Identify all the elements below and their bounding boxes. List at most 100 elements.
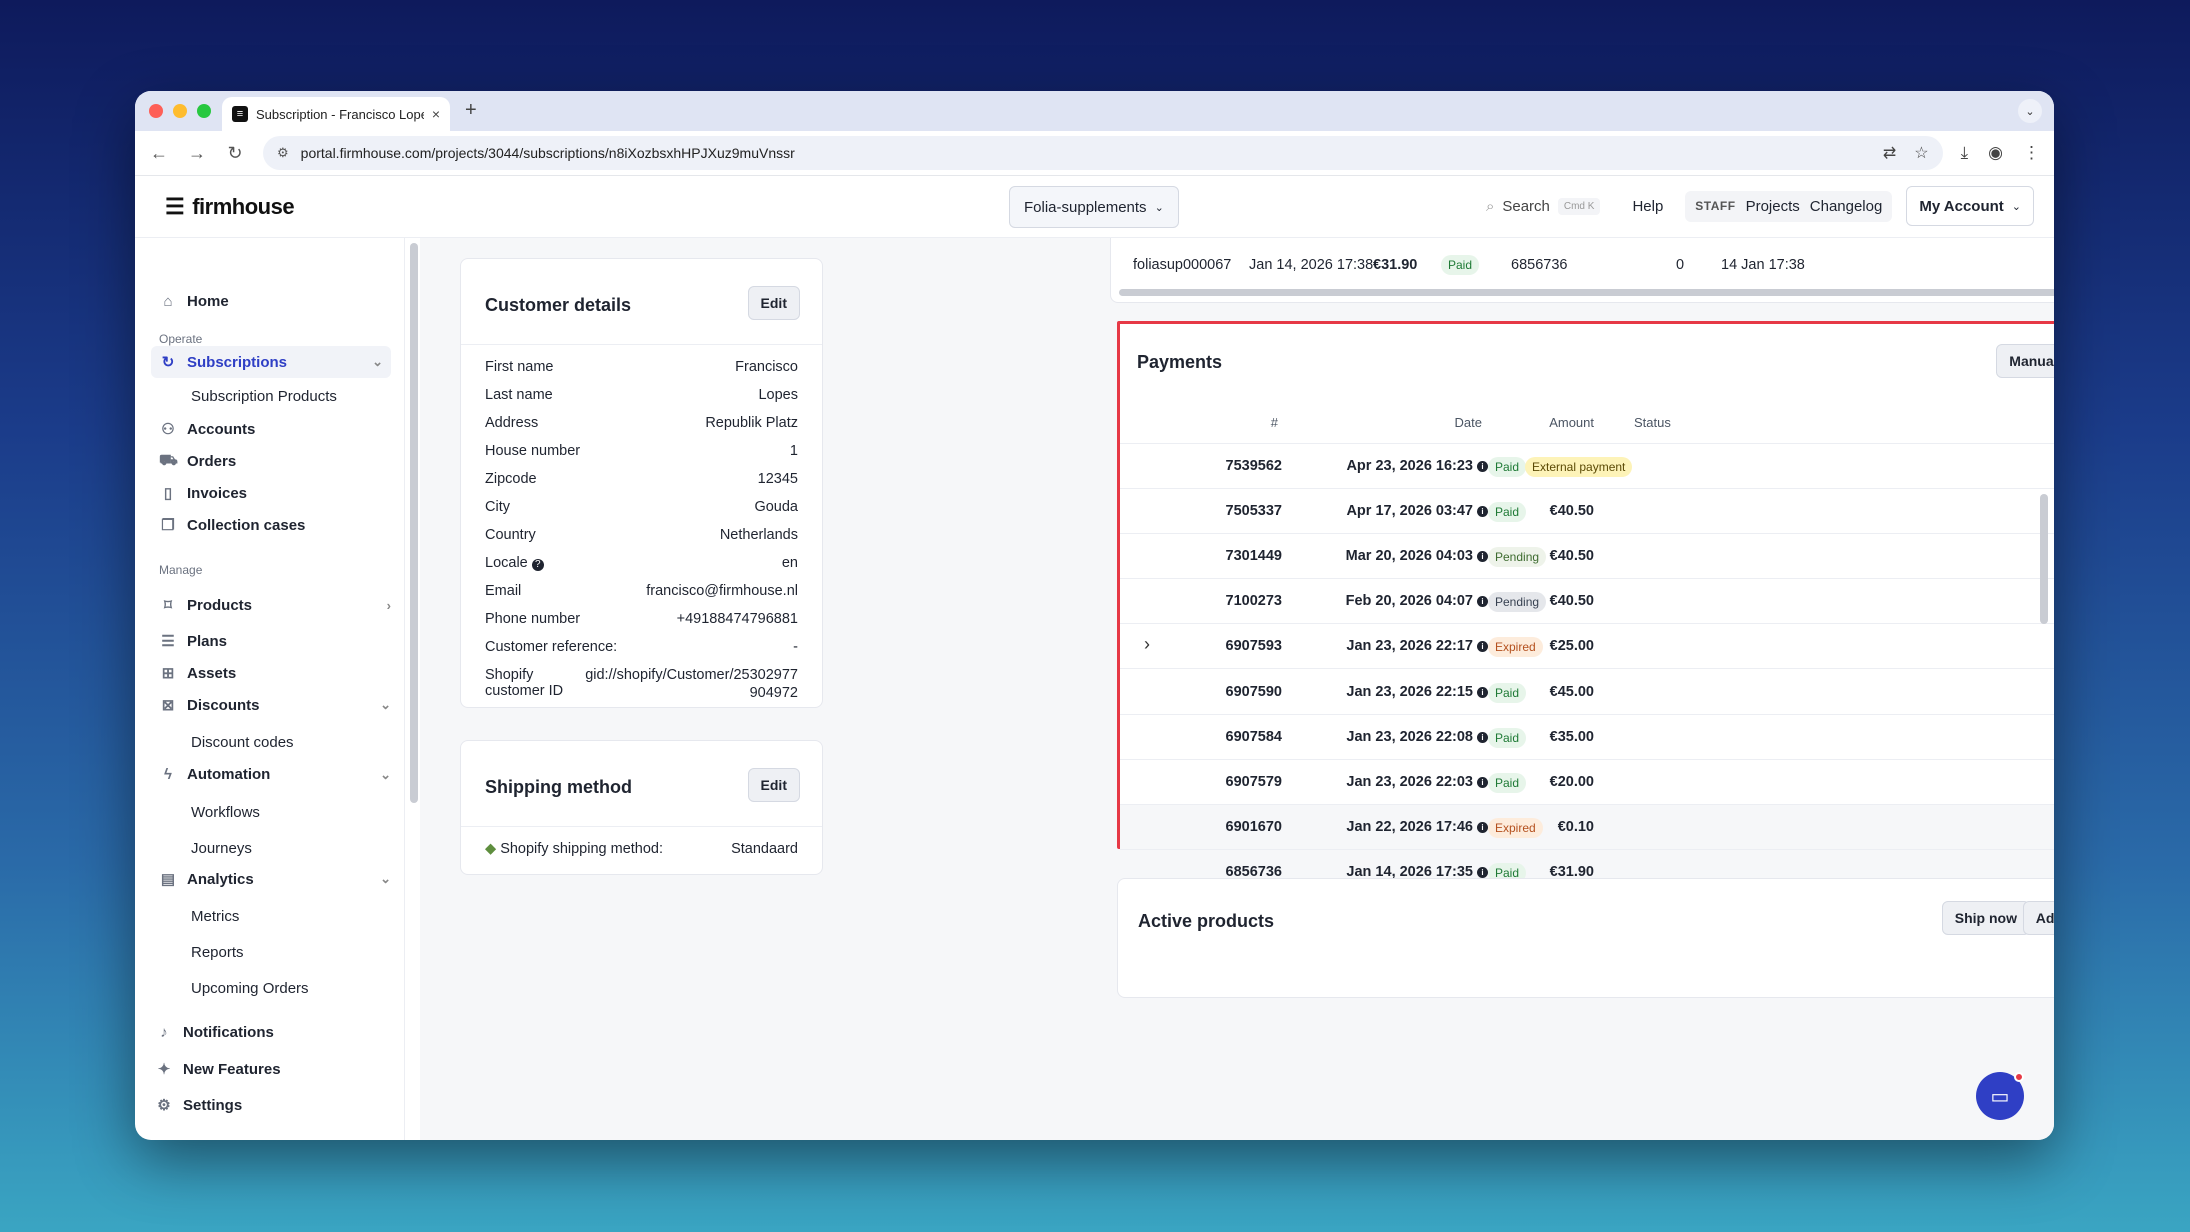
sidebar-item-plans[interactable]: ☰ Plans (159, 632, 391, 651)
bolt-icon: ϟ (164, 766, 172, 783)
changelog-link[interactable]: Changelog (1810, 198, 1883, 215)
translate-icon[interactable]: ⇄ (1883, 143, 1896, 163)
sidebar-item-collection-cases[interactable]: ❐ Collection cases (159, 516, 391, 535)
info-icon[interactable]: i (1477, 821, 1488, 833)
sidebar-item-notifications[interactable]: ♪ Notifications (155, 1024, 387, 1041)
sidebar-item-journeys[interactable]: Journeys (191, 840, 252, 857)
info-icon[interactable]: i (1477, 866, 1488, 878)
info-icon[interactable]: i (1477, 461, 1488, 472)
my-account-button[interactable]: My Account ⌄ (1906, 186, 2034, 226)
back-icon[interactable]: ← (149, 143, 169, 164)
horizontal-scrollbar[interactable] (1119, 289, 2054, 296)
sidebar-item-accounts[interactable]: ⚇ Accounts (159, 420, 391, 439)
reload-icon[interactable]: ↻ (225, 143, 245, 164)
users-icon: ⚇ (161, 421, 175, 438)
field-value: 1 (789, 443, 798, 459)
grid-icon: ⊞ (161, 665, 175, 682)
info-icon[interactable]: i (1477, 686, 1488, 698)
documents-icon: ❐ (161, 517, 175, 534)
shipping-label-wrap: ◆ Shopify shipping method: (485, 841, 663, 857)
payment-number: 6907579 (1225, 773, 1282, 790)
sidebar-item-invoices[interactable]: ▯ Invoices (159, 484, 391, 503)
sidebar-item-analytics[interactable]: ▤ Analytics ⌄ (159, 870, 391, 889)
field-value: Netherlands (719, 527, 798, 543)
firmhouse-logo[interactable]: ☰ firmhouse (165, 194, 295, 220)
sidebar-item-settings[interactable]: ⚙ Settings (155, 1096, 387, 1115)
sidebar-item-label: Products (187, 596, 253, 614)
app-header: ☰ firmhouse Folia-supplements ⌄ ⌕ Search… (135, 176, 2054, 238)
external-payment-badge: External payment (1525, 457, 1633, 477)
help-icon[interactable]: ? (531, 559, 544, 571)
help-link[interactable]: Help (1624, 198, 1671, 215)
order-shipped: 14 Jan 17:38 (1721, 257, 1805, 273)
order-ref: 6856736 (1511, 257, 1568, 273)
sidebar-item-metrics[interactable]: Metrics (191, 908, 239, 925)
info-icon[interactable]: i (1477, 641, 1488, 653)
expand-chevron-icon[interactable]: › (1144, 634, 1150, 655)
ship-now-button[interactable]: Ship now (1941, 901, 2030, 935)
table-row[interactable]: 6901670Jan 22, 2026 17:46i€0.10Expired··… (1120, 804, 2054, 850)
customer-field-row: First name Francisco (485, 359, 798, 375)
sidebar-item-label: New Features (183, 1060, 281, 1078)
sidebar-scrollbar[interactable] (410, 243, 418, 803)
minimize-window-button[interactable] (173, 104, 187, 118)
sidebar-item-home[interactable]: ⌂ Home (159, 293, 391, 310)
table-row[interactable]: 6907584Jan 23, 2026 22:08i€35.00Paid··· (1120, 715, 2054, 760)
maximize-window-button[interactable] (197, 104, 211, 118)
tab-close-icon[interactable]: × (432, 106, 440, 122)
chevron-right-icon: › (386, 597, 391, 613)
manual-payment-button[interactable]: Manual payment (1996, 344, 2054, 378)
info-icon[interactable]: i (1477, 776, 1488, 788)
browser-menu-icon[interactable]: ⋮ (2023, 143, 2040, 163)
sidebar-item-subscription-products[interactable]: Subscription Products (191, 388, 337, 405)
sidebar-item-workflows[interactable]: Workflows (191, 804, 260, 821)
table-row[interactable]: 7539562Apr 23, 2026 16:23i€40.00PaidExte… (1120, 444, 2054, 489)
payment-number: 7539562 (1225, 458, 1282, 474)
forward-icon[interactable]: → (187, 143, 207, 164)
address-bar[interactable]: ⚙ portal.firmhouse.com/projects/3044/sub… (263, 136, 1943, 170)
table-row[interactable]: 7301449Mar 20, 2026 04:03i€40.50Pending·… (1120, 534, 2054, 580)
sidebar-item-products[interactable]: ⌑ Products › (159, 596, 391, 615)
table-row[interactable]: › 6907593 Jan 23, 2026 22:17 i €25.00 Expired… (1120, 624, 2054, 670)
projects-link[interactable]: Projects (1746, 198, 1800, 215)
order-number[interactable]: foliasup000067 (1133, 257, 1231, 273)
customer-details-card: Customer details Edit First name Francisc… (460, 258, 823, 708)
sidebar-item-orders[interactable]: ⛟ Orders (159, 452, 391, 471)
field-value: Republik Platz (705, 415, 798, 431)
tab-search-icon[interactable]: ⌄ (2018, 99, 2042, 123)
sidebar-item-assets[interactable]: ⊞ Assets (159, 664, 391, 683)
table-row[interactable]: 6907579Jan 23, 2026 22:03i€20.00Paid··· (1120, 760, 2054, 805)
new-tab-button[interactable]: + (465, 99, 477, 122)
sidebar-item-subscriptions[interactable]: ↻ Subscriptions ⌄ (151, 346, 391, 378)
url-text: portal.firmhouse.com/projects/3044/subsc… (300, 145, 795, 161)
edit-customer-button[interactable]: Edit (747, 286, 800, 320)
sidebar-item-automation[interactable]: ϟ Automation ⌄ (159, 766, 391, 783)
table-row[interactable]: 6907590Jan 23, 2026 22:15i€45.00Paid··· (1120, 670, 2054, 715)
staff-menu: STAFF Projects Changelog (1685, 190, 1893, 222)
sidebar-item-discounts[interactable]: ⊠ Discounts ⌄ (159, 696, 391, 715)
info-icon[interactable]: i (1477, 731, 1488, 743)
table-row[interactable]: 7100273Feb 20, 2026 04:07i€40.50Pending·… (1120, 579, 2054, 625)
sidebar-item-new-features[interactable]: ✦ New Features (155, 1060, 387, 1079)
sidebar-item-discount-codes[interactable]: Discount codes (191, 734, 294, 751)
bookmark-star-icon[interactable]: ☆ (1914, 143, 1928, 163)
profile-icon[interactable]: ◉ (1988, 143, 2003, 163)
edit-shipping-button[interactable]: Edit (747, 768, 800, 802)
add-product-button[interactable]: Add product (2022, 901, 2054, 935)
table-row[interactable]: 7505337Apr 17, 2026 03:47i€40.50Paid··· (1120, 489, 2054, 535)
chat-launcher-button[interactable]: ▭ (1976, 1072, 2024, 1120)
info-icon[interactable]: i (1477, 551, 1488, 563)
download-icon[interactable]: ⤓ (1961, 143, 1969, 163)
chevron-down-icon: ⌄ (1154, 201, 1164, 214)
field-label: Zipcode (485, 471, 537, 487)
main-scrollbar[interactable] (2040, 494, 2048, 624)
info-icon[interactable]: i (1477, 596, 1488, 608)
sidebar-item-reports[interactable]: Reports (191, 944, 244, 961)
project-selector[interactable]: Folia-supplements ⌄ (1009, 186, 1179, 228)
info-icon[interactable]: i (1477, 506, 1488, 518)
sidebar-item-upcoming-orders[interactable]: Upcoming Orders (191, 980, 309, 997)
browser-tab[interactable]: ≡ Subscription - Francisco Lopes × (222, 97, 450, 131)
close-window-button[interactable] (149, 104, 163, 118)
site-info-icon[interactable]: ⚙ (277, 145, 289, 161)
search-button[interactable]: ⌕ Search Cmd K (1476, 192, 1611, 221)
